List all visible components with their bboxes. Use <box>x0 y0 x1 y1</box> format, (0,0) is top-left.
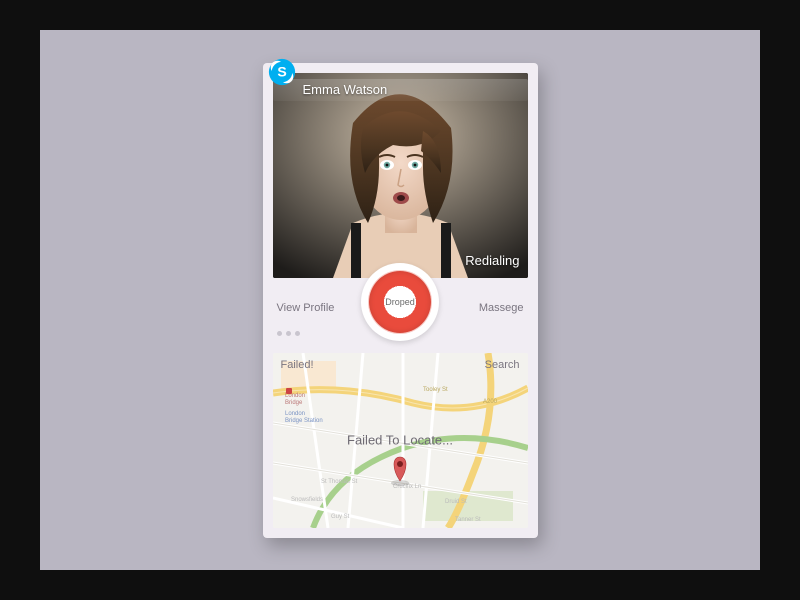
svg-text:Druid St: Druid St <box>445 499 467 505</box>
skype-icon: S <box>267 57 297 87</box>
svg-text:Bridge Station: Bridge Station <box>285 418 323 424</box>
svg-text:A200: A200 <box>483 399 498 405</box>
drop-call-button[interactable]: Droped <box>361 263 439 341</box>
map-search-link[interactable]: Search <box>485 359 520 371</box>
contact-photo <box>273 73 528 278</box>
map-status: Failed! <box>281 359 314 371</box>
svg-text:London: London <box>285 411 305 417</box>
svg-text:Bridge: Bridge <box>285 400 303 406</box>
svg-text:St Thomas St: St Thomas St <box>321 479 358 485</box>
svg-text:Tanner St: Tanner St <box>455 517 481 523</box>
svg-text:Tooley St: Tooley St <box>423 387 448 393</box>
contact-name: Emma Watson <box>303 82 388 97</box>
map-overlay-text: Failed To Locate... <box>347 433 453 448</box>
svg-text:S: S <box>277 63 286 79</box>
svg-text:Guy St: Guy St <box>331 514 350 520</box>
call-card: S <box>263 63 538 538</box>
svg-text:Snowsfields: Snowsfields <box>291 497 323 503</box>
contact-name-bar: Emma Watson <box>273 79 528 101</box>
dot-icon <box>286 331 291 336</box>
map-panel: Failed! Search <box>273 353 528 528</box>
message-link[interactable]: Massege <box>479 302 524 314</box>
stage: S <box>40 30 760 570</box>
map-header: Failed! Search <box>273 353 528 377</box>
view-profile-link[interactable]: View Profile <box>277 302 335 314</box>
drop-call-label: Droped <box>385 297 415 307</box>
dot-icon <box>295 331 300 336</box>
dot-icon <box>277 331 282 336</box>
drop-call-ring-icon: Droped <box>369 271 431 333</box>
call-status: Redialing <box>465 253 519 268</box>
page-dots[interactable] <box>277 331 300 336</box>
